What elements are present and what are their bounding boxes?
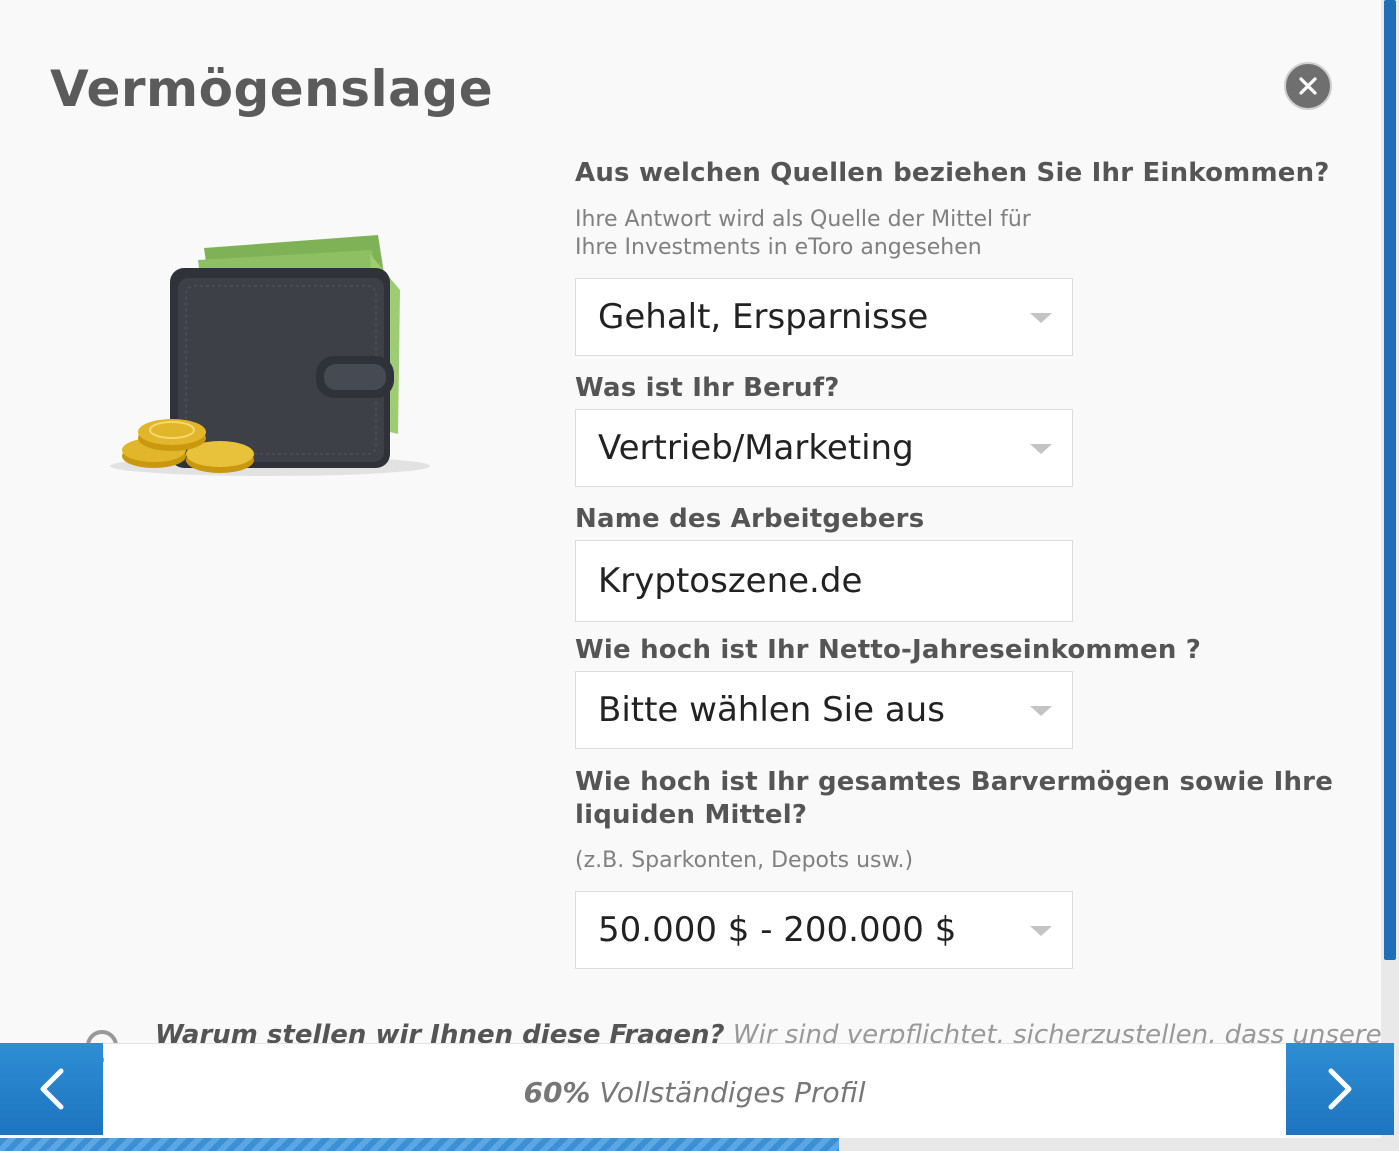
modal: Vermögenslage 100 Aus welchen Quellen be…: [0, 0, 1381, 1151]
employer-label: Name des Arbeitgebers: [575, 504, 925, 534]
profession-value: Vertrieb/Marketing: [598, 428, 914, 468]
chevron-down-icon: [1030, 444, 1052, 454]
wallet-illustration: 100: [110, 235, 430, 476]
progress-label: Vollständiges Profil: [590, 1076, 866, 1109]
chevron-left-icon: [40, 1068, 63, 1110]
profession-select[interactable]: Vertrieb/Marketing: [575, 409, 1073, 487]
liquid-assets-hint: (z.B. Sparkonten, Depots usw.): [575, 848, 914, 873]
page-title: Vermögenslage: [50, 60, 494, 118]
scrollbar-thumb[interactable]: [1384, 0, 1396, 960]
liquid-assets-label-line1: Wie hoch ist Ihr gesamtes Barvermögen so…: [575, 767, 1334, 797]
income-source-label: Aus welchen Quellen beziehen Sie Ihr Ein…: [575, 158, 1330, 188]
employer-input[interactable]: Kryptoszene.de: [575, 540, 1073, 622]
net-income-select[interactable]: Bitte wählen Sie aus: [575, 671, 1073, 749]
income-source-select[interactable]: Gehalt, Ersparnisse: [575, 278, 1073, 356]
next-button[interactable]: [1286, 1043, 1394, 1135]
progress-panel: 60% Vollständiges Profil: [104, 1043, 1285, 1138]
chevron-down-icon: [1030, 706, 1052, 716]
income-source-hint-line2: Ihre Investments in eToro angesehen: [575, 235, 982, 260]
progress-percent: 60%: [523, 1076, 591, 1109]
progress-bar-fill: [0, 1138, 840, 1151]
liquid-assets-label-line2: liquiden Mittel?: [575, 800, 808, 830]
liquid-assets-label: Wie hoch ist Ihr gesamtes Barvermögen so…: [575, 766, 1333, 832]
liquid-assets-select[interactable]: 50.000 $ - 200.000 $: [575, 891, 1073, 969]
chevron-right-icon: [1328, 1068, 1352, 1110]
employer-value: Kryptoszene.de: [598, 561, 863, 601]
profession-label: Was ist Ihr Beruf?: [575, 373, 840, 403]
close-button[interactable]: [1284, 62, 1332, 110]
chevron-down-icon: [1030, 313, 1052, 323]
income-source-value: Gehalt, Ersparnisse: [598, 297, 929, 337]
close-icon: [1299, 77, 1317, 95]
net-income-label: Wie hoch ist Ihr Netto-Jahreseinkommen ?: [575, 635, 1202, 665]
liquid-assets-value: 50.000 $ - 200.000 $: [598, 910, 957, 950]
previous-button[interactable]: [0, 1043, 103, 1135]
footer: 60% Vollständiges Profil: [0, 1043, 1399, 1151]
chevron-down-icon: [1030, 926, 1052, 936]
income-source-hint: Ihre Antwort wird als Quelle der Mittel …: [575, 206, 1031, 262]
net-income-value: Bitte wählen Sie aus: [598, 690, 945, 730]
progress-bar: [0, 1138, 1399, 1151]
progress-status: 60% Vollständiges Profil: [104, 1076, 1285, 1109]
income-source-hint-line1: Ihre Antwort wird als Quelle der Mittel …: [575, 207, 1031, 232]
